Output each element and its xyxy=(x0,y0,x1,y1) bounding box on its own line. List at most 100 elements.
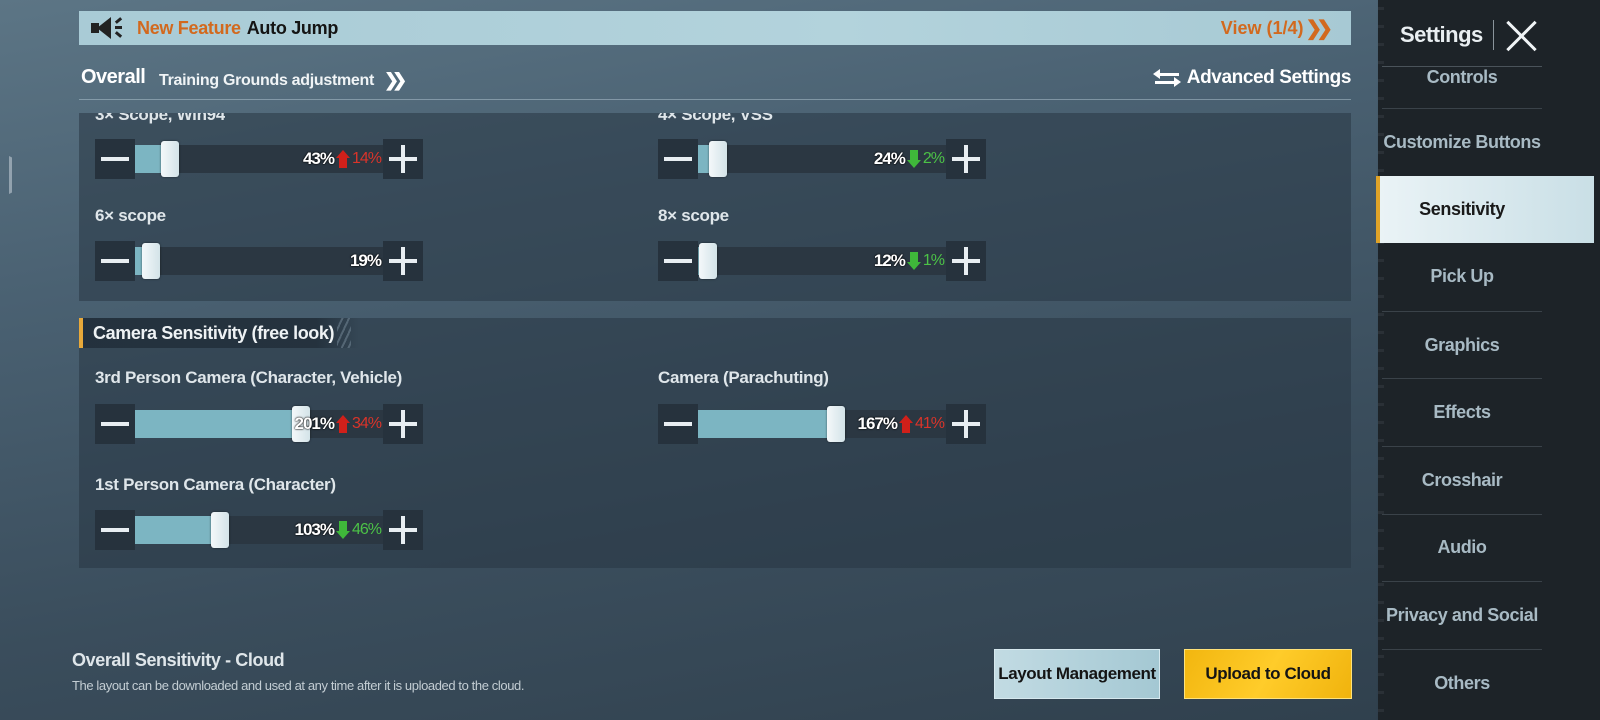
minus-icon xyxy=(101,422,129,426)
sensitivity-value: 103% xyxy=(294,520,334,539)
decrease-button[interactable] xyxy=(658,139,698,179)
advanced-settings-button[interactable]: Advanced Settings xyxy=(1152,67,1351,89)
sensitivity-value: 12% xyxy=(873,251,906,270)
slider-thumb[interactable] xyxy=(211,512,229,548)
slider-thumb[interactable] xyxy=(161,141,179,177)
slider-label: 3rd Person Camera (Character, Vehicle) xyxy=(95,368,403,387)
arrow-up-icon xyxy=(335,415,350,433)
sidebar-item-privacy-and-social[interactable]: Privacy and Social xyxy=(1382,581,1542,649)
decrease-button[interactable] xyxy=(658,241,698,281)
sensitivity-delta: 14% xyxy=(351,150,382,167)
arrow-down-icon xyxy=(906,150,921,168)
slider-1st-person-camera[interactable]: 103% 46% xyxy=(95,510,423,550)
slider-4x-scope[interactable]: 24% 2% xyxy=(658,139,986,179)
slider-fill xyxy=(135,516,220,544)
slider-8x-scope[interactable]: 12% 1% xyxy=(658,241,986,281)
sensitivity-delta: 41% xyxy=(914,415,945,432)
sensitivity-value: 201% xyxy=(294,414,334,433)
sensitivity-tabs: Overall Training Grounds adjustment ❯❯ A… xyxy=(79,62,1351,100)
close-icon[interactable] xyxy=(1504,18,1538,52)
tab-training-grounds-adjustment[interactable]: Training Grounds adjustment ❯❯ xyxy=(159,70,407,91)
section-title: Camera Sensitivity (free look) xyxy=(93,322,335,343)
slider-readout: 12% 1% xyxy=(873,251,945,271)
sidebar-item-pick-up[interactable]: Pick Up xyxy=(1382,243,1542,311)
slider-camera-parachuting[interactable]: 167% 41% xyxy=(658,404,986,444)
minus-icon xyxy=(101,157,129,161)
sensitivity-delta: 46% xyxy=(351,521,382,538)
view-announcements-link[interactable]: View (1/4) ❯❯ xyxy=(1220,16,1333,41)
layout-management-button[interactable]: Layout Management xyxy=(994,649,1160,699)
sidebar-header: Settings xyxy=(1400,18,1538,52)
decrease-button[interactable] xyxy=(95,241,135,281)
slider-readout: 43% 14% xyxy=(302,149,382,169)
slider-3x-scope[interactable]: 43% 14% xyxy=(95,139,423,179)
sidebar-item-controls[interactable]: Controls xyxy=(1382,66,1542,108)
sidebar-menu: Controls Customize Buttons Sensitivity P… xyxy=(1376,66,1600,717)
settings-sidebar: Settings Controls Customize Buttons Sens… xyxy=(1376,0,1600,720)
view-label: View (1/4) xyxy=(1220,17,1304,38)
minus-icon xyxy=(101,528,129,532)
sensitivity-value: 19% xyxy=(349,251,382,270)
sidebar-item-audio[interactable]: Audio xyxy=(1382,513,1542,582)
camera-sensitivity-panel: Camera Sensitivity (free look) 3rd Perso… xyxy=(79,318,1351,568)
sidebar-item-graphics[interactable]: Graphics xyxy=(1382,310,1542,379)
slider-thumb[interactable] xyxy=(827,406,845,442)
slider-track[interactable] xyxy=(135,243,383,279)
slider-3rd-person-camera[interactable]: 201% 34% xyxy=(95,404,423,444)
minus-icon xyxy=(664,157,692,161)
double-chevron-right-icon: ❯❯ xyxy=(1305,17,1332,40)
minus-icon xyxy=(664,259,692,263)
increase-button[interactable] xyxy=(946,241,986,281)
double-chevron-right-icon: ❯❯ xyxy=(384,70,407,90)
slider-readout: 24% 2% xyxy=(873,149,945,169)
sidebar-title: Settings xyxy=(1400,22,1483,47)
decorative-slashes xyxy=(337,318,351,348)
slider-thumb[interactable] xyxy=(699,243,717,279)
arrow-up-icon xyxy=(898,415,913,433)
tab-training-label: Training Grounds adjustment xyxy=(159,71,375,89)
slider-6x-scope[interactable]: 19% xyxy=(95,241,423,281)
decrease-button[interactable] xyxy=(95,510,135,550)
increase-button[interactable] xyxy=(383,404,423,444)
slider-thumb[interactable] xyxy=(142,243,160,279)
slider-label: 3× Scope, Win94 xyxy=(95,113,225,124)
slider-label: 1st Person Camera (Character) xyxy=(95,475,336,494)
sidebar-item-customize-buttons[interactable]: Customize Buttons xyxy=(1382,108,1542,176)
sensitivity-value: 43% xyxy=(302,149,335,168)
minus-icon xyxy=(664,422,692,426)
increase-button[interactable] xyxy=(383,510,423,550)
sensitivity-delta: 34% xyxy=(351,415,382,432)
sensitivity-value: 167% xyxy=(857,414,897,433)
sidebar-item-others[interactable]: Others xyxy=(1382,648,1542,717)
slider-fill xyxy=(698,410,836,438)
increase-button[interactable] xyxy=(946,139,986,179)
slider-fill xyxy=(135,410,301,438)
minus-icon xyxy=(101,259,129,263)
tab-overall[interactable]: Overall xyxy=(81,66,146,89)
decrease-button[interactable] xyxy=(658,404,698,444)
announcement-title: Auto Jump xyxy=(246,17,339,38)
sensitivity-delta: 1% xyxy=(922,252,945,269)
slider-readout: 167% 41% xyxy=(857,414,945,434)
decrease-button[interactable] xyxy=(95,139,135,179)
sensitivity-delta: 2% xyxy=(922,150,945,167)
increase-button[interactable] xyxy=(383,139,423,179)
sidebar-item-sensitivity[interactable]: Sensitivity xyxy=(1376,175,1594,244)
increase-button[interactable] xyxy=(946,404,986,444)
slider-readout: 19% xyxy=(349,251,382,271)
cloud-title: Overall Sensitivity - Cloud xyxy=(72,650,285,670)
decrease-button[interactable] xyxy=(95,404,135,444)
speaker-icon xyxy=(91,15,127,41)
arrow-down-icon xyxy=(335,521,350,539)
upload-to-cloud-button[interactable]: Upload to Cloud xyxy=(1184,649,1352,699)
sensitivity-value: 24% xyxy=(873,149,906,168)
sidebar-item-effects[interactable]: Effects xyxy=(1382,378,1542,446)
side-hexagon-handle[interactable] xyxy=(0,140,12,210)
arrow-down-icon xyxy=(906,252,921,270)
slider-label: Camera (Parachuting) xyxy=(658,368,829,387)
announcement-bar[interactable]: New Feature Auto Jump View (1/4) ❯❯ xyxy=(79,11,1351,45)
increase-button[interactable] xyxy=(383,241,423,281)
slider-thumb[interactable] xyxy=(709,141,727,177)
cloud-description: The layout can be downloaded and used at… xyxy=(72,678,525,693)
sidebar-item-crosshair[interactable]: Crosshair xyxy=(1382,445,1542,514)
